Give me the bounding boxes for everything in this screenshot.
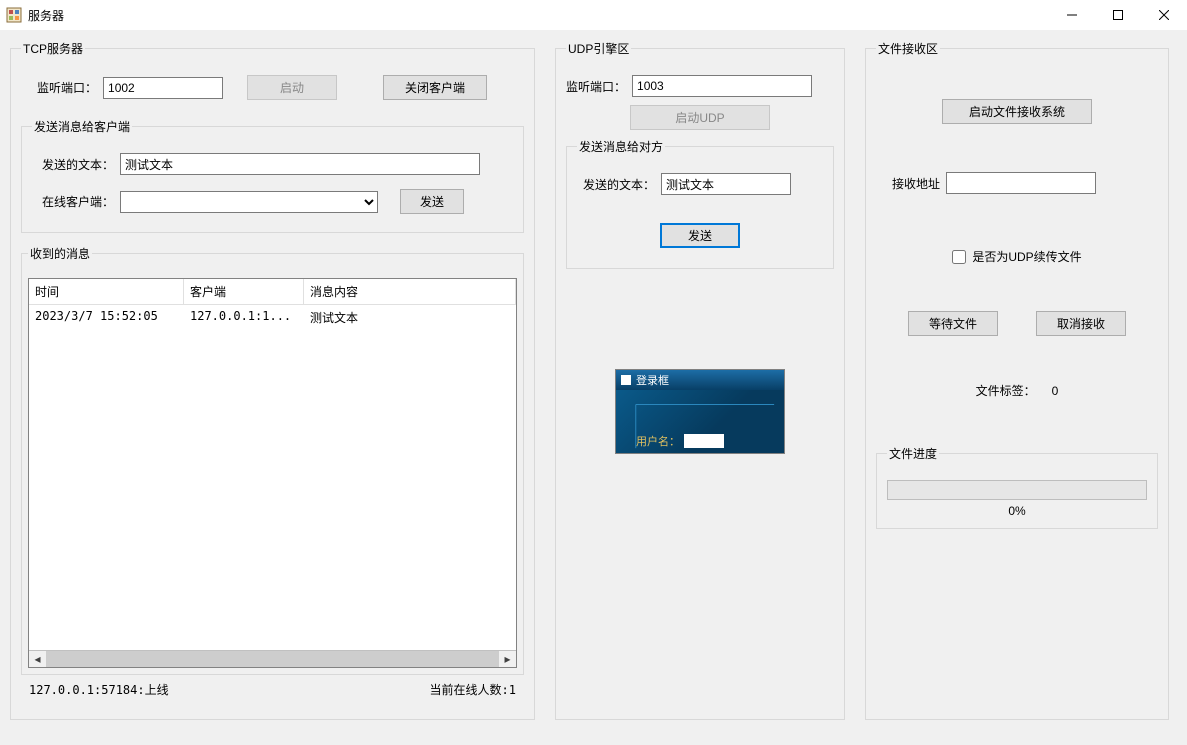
cell-time: 2023/3/7 15:52:05 bbox=[29, 305, 184, 330]
scroll-left-icon[interactable]: ◂ bbox=[29, 651, 46, 668]
tcp-online-clients-combo[interactable] bbox=[120, 191, 378, 213]
col-content-header[interactable]: 消息内容 bbox=[304, 279, 516, 304]
listview-body: 2023/3/7 15:52:05 127.0.0.1:1... 测试文本 bbox=[29, 305, 516, 650]
close-button[interactable] bbox=[1141, 0, 1187, 30]
client-area: TCP服务器 监听端口： 启动 关闭客户端 发送消息给客户端 发送的文本： 在线… bbox=[0, 30, 1187, 745]
udp-resume-label: 是否为UDP续传文件 bbox=[972, 248, 1081, 265]
table-row[interactable]: 2023/3/7 15:52:05 127.0.0.1:1... 测试文本 bbox=[29, 305, 516, 330]
tcp-start-button[interactable]: 启动 bbox=[247, 75, 337, 100]
udp-group-title: UDP引擎区 bbox=[566, 40, 631, 57]
cell-content: 测试文本 bbox=[304, 305, 516, 330]
horizontal-scrollbar[interactable]: ◂ ▸ bbox=[29, 650, 516, 667]
wait-file-button[interactable]: 等待文件 bbox=[908, 311, 998, 336]
tcp-status-right: 当前在线人数:1 bbox=[430, 681, 516, 698]
listview-header: 时间 客户端 消息内容 bbox=[29, 279, 516, 305]
preview-body: 用户名： bbox=[616, 390, 784, 453]
tcp-send-group: 发送消息给客户端 发送的文本： 在线客户端： 发送 bbox=[21, 118, 524, 233]
file-progress-bar bbox=[887, 480, 1147, 500]
preview-title: 登录框 bbox=[636, 372, 669, 388]
scroll-right-icon[interactable]: ▸ bbox=[499, 651, 516, 668]
udp-start-button[interactable]: 启动UDP bbox=[630, 105, 770, 130]
tcp-listen-port-input[interactable] bbox=[103, 77, 223, 99]
file-tag-value: 0 bbox=[1052, 384, 1059, 398]
maximize-button[interactable] bbox=[1095, 0, 1141, 30]
file-progress-group: 文件进度 0% bbox=[876, 445, 1158, 529]
recv-addr-label: 接收地址 bbox=[892, 175, 940, 192]
col-time-header[interactable]: 时间 bbox=[29, 279, 184, 304]
file-start-button[interactable]: 启动文件接收系统 bbox=[942, 99, 1092, 124]
tcp-message-list[interactable]: 时间 客户端 消息内容 2023/3/7 15:52:05 127.0.0.1:… bbox=[28, 278, 517, 668]
preview-user-field bbox=[684, 434, 724, 448]
udp-preview-image: 登录框 用户名： bbox=[615, 369, 785, 454]
udp-listen-port-input[interactable] bbox=[632, 75, 812, 97]
file-group-title: 文件接收区 bbox=[876, 40, 940, 57]
minimize-button[interactable] bbox=[1049, 0, 1095, 30]
tcp-send-group-title: 发送消息给客户端 bbox=[32, 118, 132, 135]
cell-client: 127.0.0.1:1... bbox=[184, 305, 304, 330]
tcp-listen-port-label: 监听端口： bbox=[37, 79, 97, 96]
tcp-status-row: 127.0.0.1:57184:上线 当前在线人数:1 bbox=[21, 675, 524, 698]
file-progress-text: 0% bbox=[887, 504, 1147, 518]
udp-send-text-input[interactable] bbox=[661, 173, 791, 195]
cancel-recv-button[interactable]: 取消接收 bbox=[1036, 311, 1126, 336]
tcp-online-clients-label: 在线客户端： bbox=[42, 193, 114, 210]
udp-send-group: 发送消息给对方 发送的文本： 发送 bbox=[566, 138, 834, 269]
udp-send-text-label: 发送的文本： bbox=[583, 176, 655, 193]
col-client-header[interactable]: 客户端 bbox=[184, 279, 304, 304]
udp-send-button[interactable]: 发送 bbox=[660, 223, 740, 248]
recv-addr-input[interactable] bbox=[946, 172, 1096, 194]
preview-titlebar: 登录框 bbox=[616, 370, 784, 390]
tcp-group-title: TCP服务器 bbox=[21, 40, 85, 57]
preview-login-row: 用户名： bbox=[636, 433, 724, 449]
udp-send-group-title: 发送消息给对方 bbox=[577, 138, 665, 155]
window-title: 服务器 bbox=[28, 7, 64, 24]
tcp-server-group: TCP服务器 监听端口： 启动 关闭客户端 发送消息给客户端 发送的文本： 在线… bbox=[10, 40, 535, 720]
tcp-send-text-input[interactable] bbox=[120, 153, 480, 175]
scrollbar-track[interactable] bbox=[46, 651, 499, 668]
app-icon bbox=[6, 7, 22, 23]
titlebar-left: 服务器 bbox=[6, 7, 64, 24]
preview-app-icon bbox=[620, 374, 632, 386]
udp-resume-checkbox[interactable] bbox=[952, 250, 966, 264]
file-progress-title: 文件进度 bbox=[887, 445, 939, 462]
preview-user-label: 用户名： bbox=[636, 433, 680, 449]
tcp-send-text-label: 发送的文本： bbox=[42, 156, 114, 173]
tcp-send-button[interactable]: 发送 bbox=[400, 189, 464, 214]
file-receive-group: 文件接收区 启动文件接收系统 接收地址 是否为UDP续传文件 等待文件 取消接收… bbox=[865, 40, 1169, 720]
udp-engine-group: UDP引擎区 监听端口： 启动UDP 发送消息给对方 发送的文本： 发送 登录框 bbox=[555, 40, 845, 720]
window-controls bbox=[1049, 0, 1187, 30]
file-tag-label: 文件标签： bbox=[976, 382, 1036, 399]
tcp-close-client-button[interactable]: 关闭客户端 bbox=[383, 75, 487, 100]
tcp-recv-group-title: 收到的消息 bbox=[28, 245, 92, 262]
udp-listen-port-label: 监听端口： bbox=[566, 78, 626, 95]
window-titlebar: 服务器 bbox=[0, 0, 1187, 30]
tcp-status-left: 127.0.0.1:57184:上线 bbox=[29, 681, 169, 698]
tcp-recv-group: 收到的消息 时间 客户端 消息内容 2023/3/7 15:52:05 127.… bbox=[21, 245, 524, 675]
